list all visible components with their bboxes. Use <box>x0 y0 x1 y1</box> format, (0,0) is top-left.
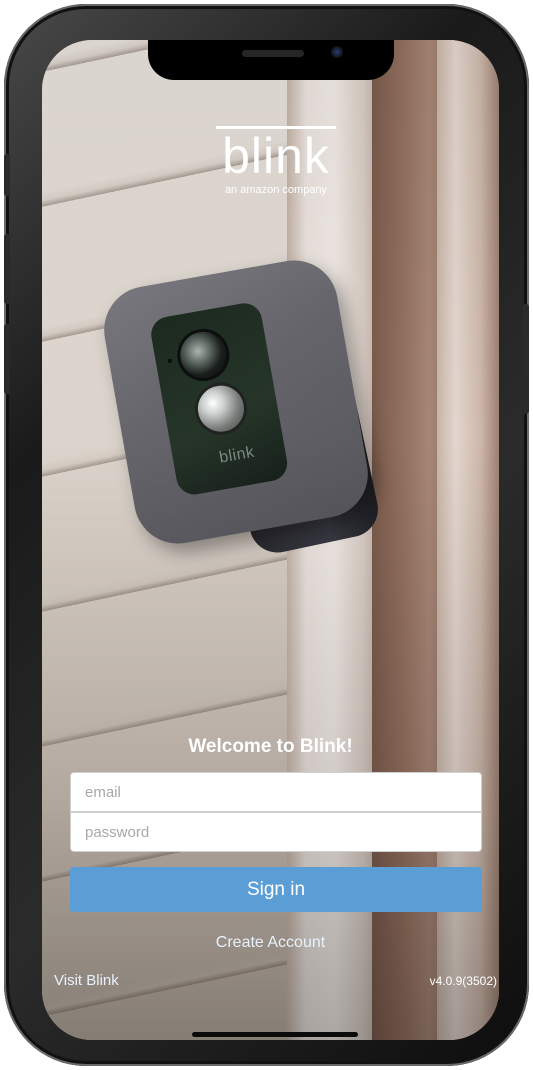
app-screen: blink blink an amazon company Welcome to… <box>42 40 499 1040</box>
earpiece-speaker <box>242 50 304 57</box>
version-label: v4.0.9(3502) <box>429 974 497 988</box>
logo-tagline: an amazon company <box>224 184 328 196</box>
phone-frame: blink blink an amazon company Welcome to… <box>4 4 529 1066</box>
silent-switch <box>4 154 10 196</box>
volume-down-button <box>4 324 10 394</box>
logo-wordmark: blink <box>222 128 330 184</box>
front-camera <box>331 46 343 58</box>
notch <box>148 40 394 80</box>
email-field[interactable]: email <box>70 772 482 812</box>
home-indicator[interactable] <box>192 1032 358 1037</box>
password-field[interactable]: password <box>70 812 482 852</box>
power-button <box>523 304 529 414</box>
volume-up-button <box>4 234 10 304</box>
sign-in-button[interactable]: Sign in <box>70 867 482 912</box>
visit-blink-link[interactable]: Visit Blink <box>54 972 119 989</box>
blink-logo: blink an amazon company <box>216 126 336 196</box>
welcome-heading: Welcome to Blink! <box>188 736 353 757</box>
create-account-link[interactable]: Create Account <box>42 934 499 952</box>
